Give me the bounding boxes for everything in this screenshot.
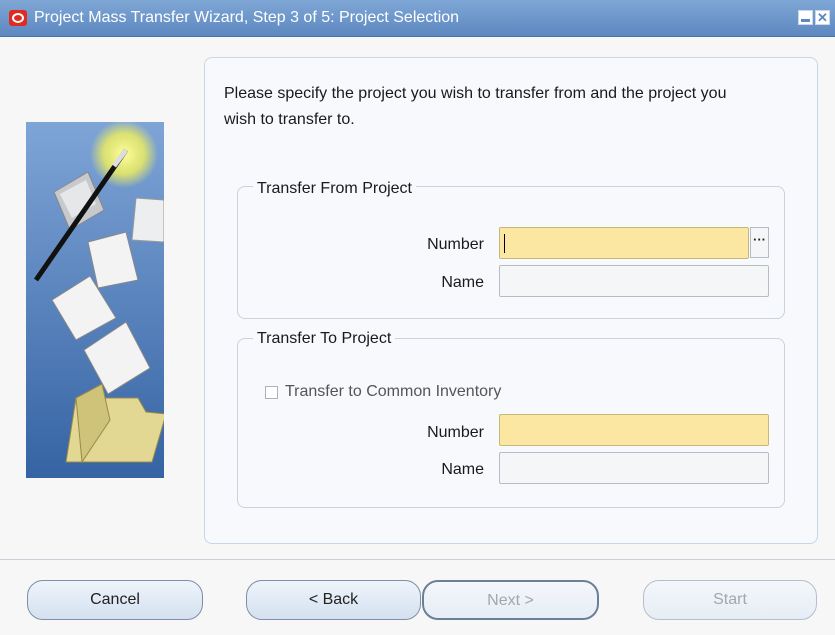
oracle-logo-icon — [9, 10, 27, 26]
common-inventory-checkbox[interactable] — [265, 386, 278, 399]
from-name-field[interactable] — [499, 265, 769, 297]
from-number-field[interactable] — [499, 227, 749, 259]
title-bar: Project Mass Transfer Wizard, Step 3 of … — [0, 0, 835, 37]
to-number-label: Number — [427, 424, 484, 441]
to-number-field[interactable] — [499, 414, 769, 446]
close-icon[interactable]: ✕ — [815, 10, 830, 25]
transfer-from-legend: Transfer From Project — [253, 180, 416, 198]
to-number-input[interactable] — [500, 415, 768, 445]
from-name-input[interactable] — [500, 266, 768, 296]
footer-separator — [0, 559, 835, 560]
common-inventory-label[interactable]: Transfer to Common Inventory — [285, 383, 501, 401]
to-name-label: Name — [441, 461, 484, 478]
instruction-text: Please specify the project you wish to t… — [224, 85, 727, 128]
next-button[interactable]: Next > — [422, 580, 599, 620]
from-name-label: Name — [441, 274, 484, 291]
to-name-field[interactable] — [499, 452, 769, 484]
from-number-input[interactable] — [500, 228, 748, 258]
window-title: Project Mass Transfer Wizard, Step 3 of … — [34, 9, 460, 26]
wizard-illustration — [26, 122, 164, 478]
cancel-button[interactable]: Cancel — [27, 580, 203, 620]
wizard-illustration-art — [33, 122, 164, 464]
to-name-input[interactable] — [500, 453, 768, 483]
back-button[interactable]: < Back — [246, 580, 421, 620]
minimize-icon[interactable] — [798, 10, 813, 25]
transfer-to-legend: Transfer To Project — [253, 330, 396, 348]
from-number-label: Number — [427, 236, 484, 253]
text-cursor — [504, 234, 505, 253]
start-button[interactable]: Start — [643, 580, 817, 620]
list-of-values-button[interactable]: ··· — [750, 227, 769, 258]
